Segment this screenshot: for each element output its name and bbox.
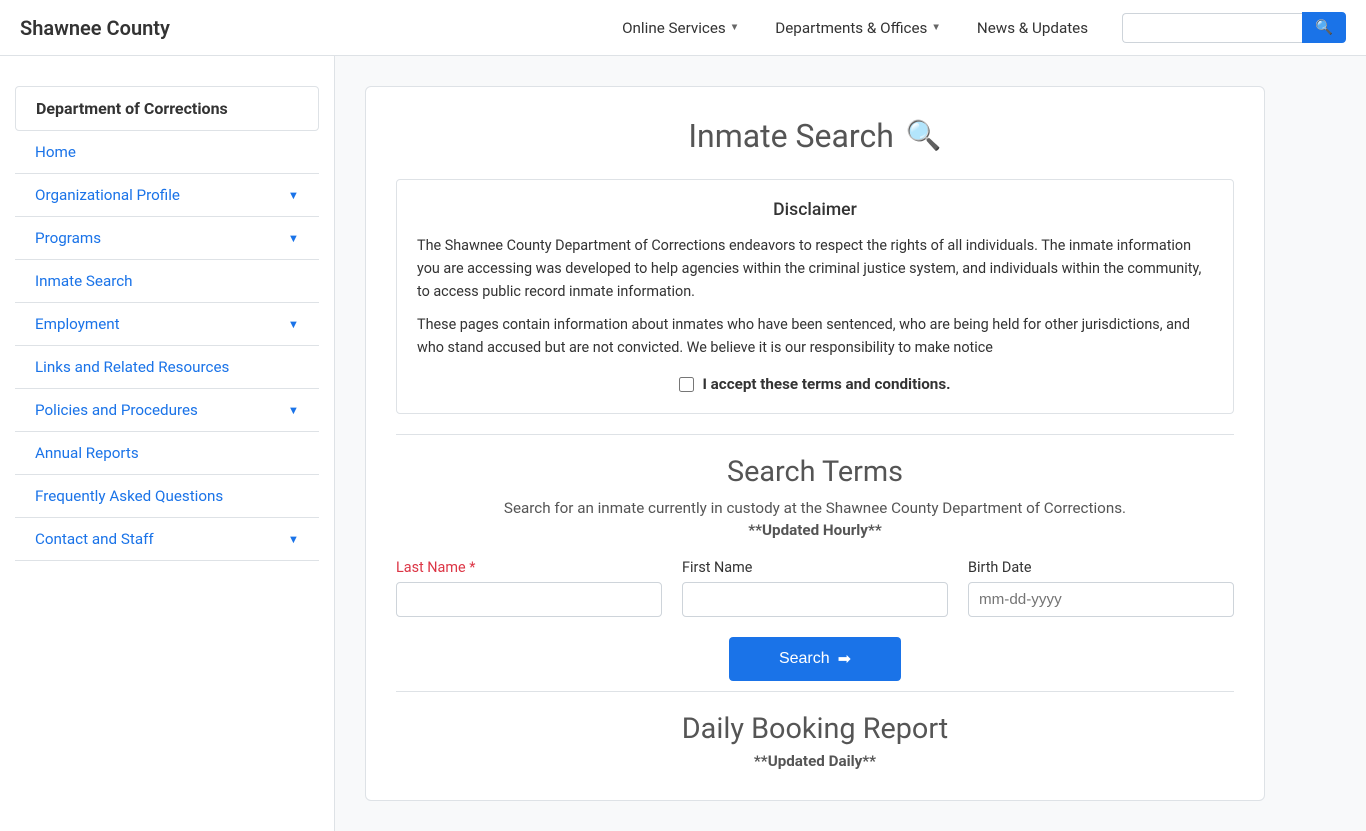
search-icon: 🔍	[1315, 20, 1333, 36]
nav-search-input[interactable]	[1122, 13, 1302, 43]
chevron-down-icon: ▼	[288, 404, 299, 417]
sidebar-item-programs[interactable]: Programs ▼	[15, 217, 319, 260]
nav-search-button[interactable]: 🔍	[1302, 12, 1346, 43]
sidebar-item-home[interactable]: Home	[15, 131, 319, 174]
sidebar-item-annual-reports[interactable]: Annual Reports	[15, 432, 319, 475]
nav-news-updates[interactable]: News & Updates	[963, 11, 1102, 45]
search-button-row: Search ➡	[396, 637, 1234, 681]
daily-booking-heading: Daily Booking Report	[396, 712, 1234, 746]
nav-online-services[interactable]: Online Services ▼	[608, 11, 753, 45]
page-title: Inmate Search 🔍	[396, 117, 1234, 155]
search-fields: Last Name * First Name Birth Date	[396, 559, 1234, 617]
search-terms-heading: Search Terms	[396, 455, 1234, 489]
chevron-down-icon: ▼	[931, 22, 941, 33]
daily-booking-section: Daily Booking Report **Updated Daily**	[396, 691, 1234, 770]
disclaimer-heading: Disclaimer	[417, 200, 1213, 220]
disclaimer-paragraph1: The Shawnee County Department of Correct…	[417, 234, 1213, 303]
first-name-label: First Name	[682, 559, 948, 576]
sidebar-item-employment[interactable]: Employment ▼	[15, 303, 319, 346]
sidebar-item-inmate-search[interactable]: Inmate Search	[15, 260, 319, 303]
birth-date-label: Birth Date	[968, 559, 1234, 576]
chevron-down-icon: ▼	[288, 533, 299, 546]
section-divider	[396, 434, 1234, 435]
sidebar-item-faq[interactable]: Frequently Asked Questions	[15, 475, 319, 518]
chevron-down-icon: ▼	[288, 232, 299, 245]
nav-departments-offices[interactable]: Departments & Offices ▼	[761, 11, 955, 45]
birth-date-group: Birth Date	[968, 559, 1234, 617]
search-submit-button[interactable]: Search ➡	[729, 637, 901, 681]
sidebar-item-links[interactable]: Links and Related Resources	[15, 346, 319, 389]
nav-search-form: 🔍	[1122, 12, 1346, 43]
navbar: Shawnee County Online Services ▼ Departm…	[0, 0, 1366, 56]
sidebar-item-org-profile[interactable]: Organizational Profile ▼	[15, 174, 319, 217]
chevron-down-icon: ▼	[730, 22, 740, 33]
chevron-down-icon: ▼	[288, 318, 299, 331]
search-icon: 🔍	[906, 119, 942, 153]
first-name-input[interactable]	[682, 582, 948, 617]
last-name-group: Last Name *	[396, 559, 662, 617]
sidebar: Department of Corrections Home Organizat…	[0, 56, 335, 831]
accept-terms-row: I accept these terms and conditions.	[417, 375, 1213, 393]
accept-terms-checkbox[interactable]	[679, 377, 694, 392]
last-name-input[interactable]	[396, 582, 662, 617]
search-terms-subtitle: Search for an inmate currently in custod…	[396, 499, 1234, 517]
sidebar-item-policies[interactable]: Policies and Procedures ▼	[15, 389, 319, 432]
search-terms-updated: **Updated Hourly**	[396, 521, 1234, 539]
brand-logo[interactable]: Shawnee County	[20, 16, 170, 40]
accept-terms-label[interactable]: I accept these terms and conditions.	[702, 375, 950, 393]
page-layout: Department of Corrections Home Organizat…	[0, 56, 1366, 831]
arrow-circle-icon: ➡	[838, 649, 851, 669]
disclaimer-paragraph2: These pages contain information about in…	[417, 313, 1213, 359]
last-name-label: Last Name *	[396, 559, 662, 576]
sidebar-title: Department of Corrections	[15, 86, 319, 131]
sidebar-item-contact[interactable]: Contact and Staff ▼	[15, 518, 319, 561]
main-content: Inmate Search 🔍 Disclaimer The Shawnee C…	[335, 56, 1366, 831]
first-name-group: First Name	[682, 559, 948, 617]
birth-date-input[interactable]	[968, 582, 1234, 617]
chevron-down-icon: ▼	[288, 189, 299, 202]
disclaimer-box: Disclaimer The Shawnee County Department…	[396, 179, 1234, 414]
nav-links: Online Services ▼ Departments & Offices …	[608, 11, 1102, 45]
inmate-search-card: Inmate Search 🔍 Disclaimer The Shawnee C…	[365, 86, 1265, 801]
